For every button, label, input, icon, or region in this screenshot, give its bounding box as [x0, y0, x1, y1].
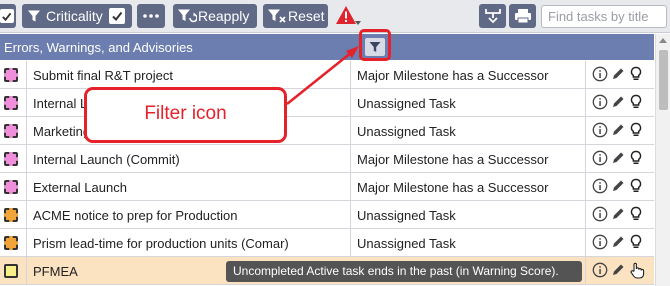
checkmark-icon [2, 12, 12, 21]
pencil-icon[interactable] [611, 123, 625, 137]
reset-button[interactable]: Reset [263, 4, 328, 28]
pencil-icon[interactable] [611, 151, 625, 165]
info-icon[interactable] [592, 178, 608, 194]
task-name: ACME notice to prep for Production [33, 208, 238, 223]
info-icon[interactable] [592, 66, 608, 82]
more-dots-icon [143, 14, 159, 18]
funnel-reset-icon [268, 9, 286, 23]
criticality-filter-button[interactable]: Criticality [22, 4, 132, 28]
task-name: Internal Launch (Commit) [33, 152, 180, 167]
task-name: Marketing [33, 124, 91, 139]
table-row[interactable]: Prism lead-time for production units (Co… [0, 229, 654, 257]
lightbulb-icon[interactable] [630, 150, 642, 166]
task-name: Internal L [33, 96, 88, 111]
select-all-checkbox[interactable] [0, 4, 16, 28]
pencil-icon[interactable] [611, 179, 625, 193]
priority-marker [4, 124, 18, 138]
scroll-up-arrow-icon[interactable] [659, 38, 667, 43]
reapply-button[interactable]: Reapply [173, 4, 257, 28]
toolbar: Criticality Reapply Reset [0, 0, 670, 33]
issue-text: Unassigned Task [357, 236, 456, 251]
hierarchy-button[interactable] [479, 4, 506, 28]
issue-text: Major Milestone has a Successor [357, 152, 549, 167]
priority-marker [4, 208, 18, 222]
pencil-icon[interactable] [611, 235, 625, 249]
warning-tooltip: Uncompleted Active task ends in the past… [226, 261, 582, 282]
criticality-checkbox[interactable] [108, 8, 125, 24]
issue-text: Unassigned Task [357, 208, 456, 223]
table-row[interactable]: External Launch Major Milestone has a Su… [0, 173, 654, 201]
issue-text: Unassigned Task [357, 124, 456, 139]
pencil-icon[interactable] [611, 67, 625, 81]
reset-label: Reset [288, 8, 325, 24]
funnel-refresh-icon [178, 9, 197, 23]
issue-text: Major Milestone has a Successor [357, 68, 549, 83]
tooltip-text: Uncompleted Active task ends in the past… [233, 264, 559, 278]
priority-marker [4, 236, 18, 250]
task-name: External Launch [33, 180, 127, 195]
warning-triangle-icon [336, 6, 361, 25]
more-options-button[interactable] [137, 4, 165, 28]
lightbulb-icon[interactable] [630, 234, 642, 250]
warnings-dropdown-button[interactable] [334, 4, 362, 28]
priority-marker [4, 96, 18, 110]
issue-text: Major Milestone has a Successor [357, 180, 549, 195]
checkmark-icon [112, 11, 123, 22]
info-icon[interactable] [592, 262, 608, 278]
filter-icon-highlight [359, 29, 391, 61]
priority-marker [4, 68, 18, 82]
hand-pointer-icon [630, 262, 645, 279]
issue-text: Unassigned Task [357, 96, 456, 111]
info-icon[interactable] [592, 206, 608, 222]
info-icon[interactable] [592, 234, 608, 250]
priority-marker [4, 152, 18, 166]
section-title: Errors, Warnings, and Advisories [4, 40, 193, 55]
priority-marker [4, 180, 18, 194]
lightbulb-icon[interactable] [630, 122, 642, 138]
info-icon[interactable] [592, 94, 608, 110]
table-row[interactable]: Submit final R&T project Major Milestone… [0, 61, 654, 89]
criticality-label: Criticality [46, 8, 103, 24]
print-button[interactable] [509, 4, 536, 28]
pencil-icon[interactable] [611, 207, 625, 221]
reapply-label: Reapply [198, 8, 250, 24]
task-name: Prism lead-time for production units (Co… [33, 236, 289, 251]
table-row[interactable]: ACME notice to prep for Production Unass… [0, 201, 654, 229]
funnel-icon [28, 10, 40, 22]
hierarchy-icon [484, 9, 501, 24]
info-icon[interactable] [592, 150, 608, 166]
annotation-callout: Filter icon [84, 87, 287, 143]
section-header: Errors, Warnings, and Advisories [0, 34, 654, 60]
info-icon[interactable] [592, 122, 608, 138]
pencil-icon[interactable] [611, 95, 625, 109]
vertical-scrollbar[interactable] [655, 34, 670, 286]
lightbulb-icon[interactable] [630, 206, 642, 222]
table-row[interactable]: Internal Launch (Commit) Major Milestone… [0, 145, 654, 173]
callout-label: Filter icon [144, 103, 227, 124]
lightbulb-icon[interactable] [630, 178, 642, 194]
scrollbar-thumb[interactable] [659, 50, 668, 110]
lightbulb-icon[interactable] [630, 94, 642, 110]
task-search-input[interactable] [541, 5, 667, 28]
lightbulb-icon[interactable] [630, 66, 642, 82]
task-name: PFMEA [33, 264, 78, 279]
priority-marker [4, 264, 18, 278]
pencil-icon[interactable] [611, 263, 625, 277]
task-name: Submit final R&T project [33, 68, 173, 83]
printer-icon [514, 9, 531, 24]
